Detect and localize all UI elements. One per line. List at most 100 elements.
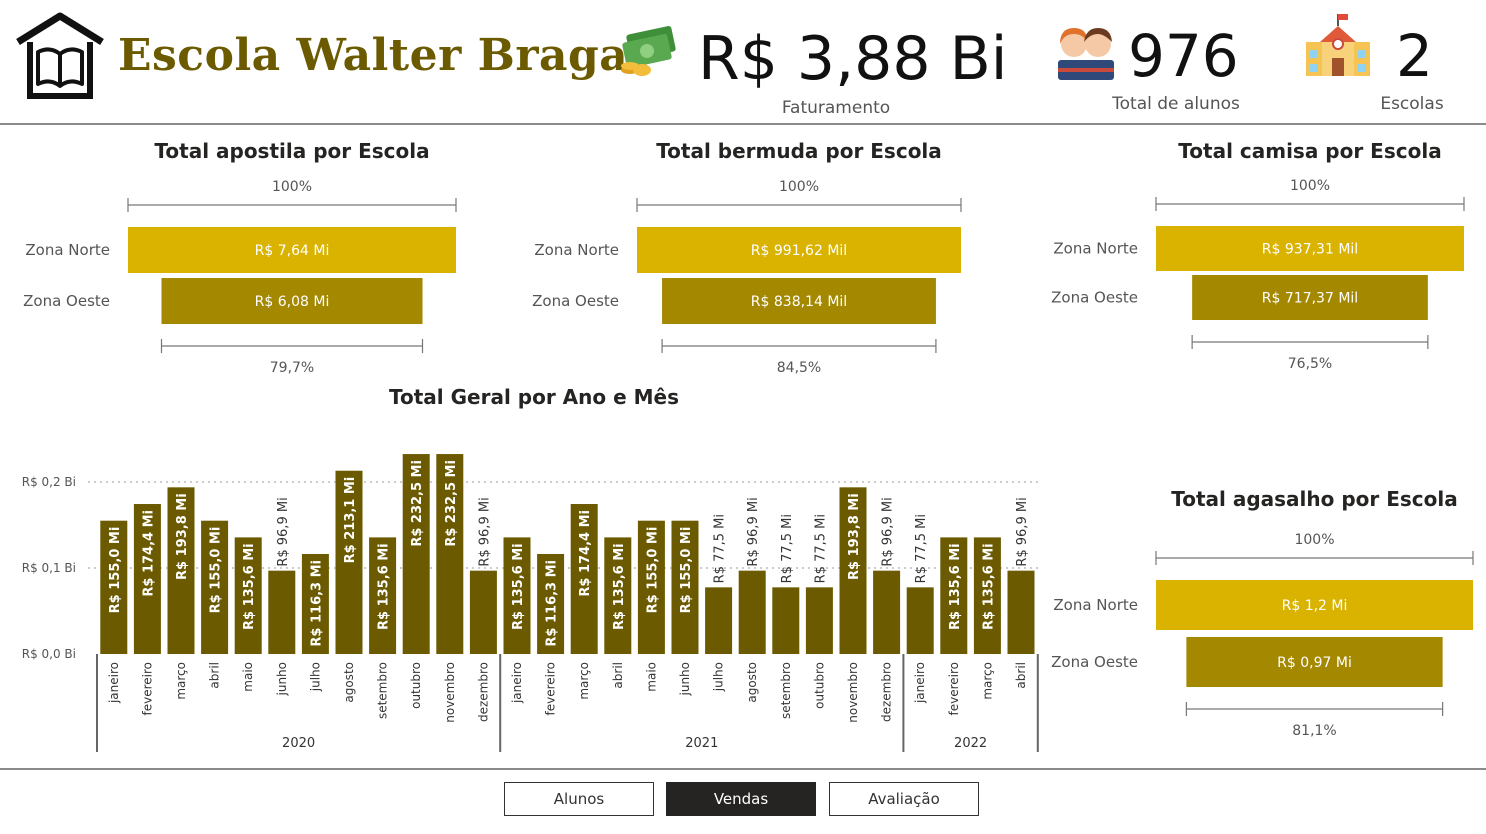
logo	[14, 12, 106, 102]
funnel-title: Total camisa por Escola	[1178, 139, 1441, 163]
funnel-row-label: Zona Norte	[25, 241, 110, 259]
funnel-chart-apostila: Total apostila por Escola 100% Zona Norte R…	[23, 139, 457, 376]
x-tick-label: maio	[644, 662, 658, 692]
bar-data-label: R$ 96,9 Mi	[477, 497, 492, 566]
nav-button-vendas[interactable]: Vendas	[666, 782, 816, 816]
x-tick-label: janeiro	[913, 662, 927, 704]
bar-data-label: R$ 155,0 Mi	[645, 527, 660, 614]
x-tick-label: abril	[611, 662, 625, 689]
bar-data-label: R$ 77,5 Mi	[914, 514, 929, 583]
x-tick-label: agosto	[342, 662, 356, 703]
nav-button-alunos[interactable]: Alunos	[504, 782, 654, 816]
bar[interactable]	[805, 587, 833, 654]
funnel-title: Total agasalho por Escola	[1171, 487, 1458, 511]
x-tick-label: julho	[308, 662, 322, 692]
y-tick-label: R$ 0,2 Bi	[22, 475, 76, 489]
bar[interactable]	[1007, 570, 1035, 654]
x-tick-label: junho	[275, 662, 289, 697]
x-tick-label: novembro	[846, 662, 860, 723]
students-icon	[1054, 22, 1118, 82]
funnel-row-label: Zona Oeste	[532, 292, 619, 310]
bar[interactable]	[873, 570, 901, 654]
x-tick-label: janeiro	[107, 662, 121, 704]
nav-button-avaliacao[interactable]: Avaliação	[829, 782, 979, 816]
bar-data-label: R$ 155,0 Mi	[679, 527, 694, 614]
bar[interactable]	[772, 587, 800, 654]
book-house-icon	[16, 12, 104, 99]
bar[interactable]	[469, 570, 497, 654]
bar-data-label: R$ 213,1 Mi	[343, 477, 358, 564]
funnel-bar-label: R$ 838,14 Mil	[751, 294, 847, 310]
footer-divider	[0, 768, 1486, 770]
x-tick-label: março	[577, 662, 591, 700]
funnel-bar-label: R$ 717,37 Mil	[1262, 291, 1358, 307]
bar-data-label: R$ 135,6 Mi	[242, 543, 257, 630]
funnel-bar-label: R$ 991,62 Mil	[751, 243, 847, 259]
funnel-top-pct: 100%	[779, 179, 819, 195]
x-tick-label: dezembro	[476, 662, 490, 722]
bar-data-label: R$ 193,8 Mi	[175, 493, 190, 580]
bar-data-label: R$ 232,5 Mi	[410, 460, 425, 547]
bar-data-label: R$ 193,8 Mi	[847, 493, 862, 580]
bar-data-label: R$ 96,9 Mi	[746, 497, 761, 566]
kpi-escolas-label: Escolas	[1380, 94, 1444, 114]
year-label: 2021	[685, 736, 718, 751]
bar-data-label: R$ 135,6 Mi	[612, 543, 627, 630]
funnel-bottom-bracket	[1185, 702, 1444, 716]
bar-data-label: R$ 155,0 Mi	[108, 527, 123, 614]
funnel-title: Total bermuda por Escola	[656, 139, 942, 163]
x-tick-label: janeiro	[510, 662, 524, 704]
funnel-bar-label: R$ 6,08 Mi	[255, 294, 330, 310]
x-tick-label: junho	[678, 662, 692, 697]
funnel-bar-label: R$ 0,97 Mi	[1277, 655, 1352, 671]
bar[interactable]	[705, 587, 733, 654]
funnel-row-label: Zona Norte	[1053, 596, 1138, 614]
x-tick-label: setembro	[376, 662, 390, 719]
bar-data-label: R$ 96,9 Mi	[1015, 497, 1030, 566]
x-tick-label: março	[174, 662, 188, 700]
header-divider	[0, 123, 1486, 125]
funnel-top-pct: 100%	[1290, 178, 1330, 194]
app-title: Escola Walter Braga	[118, 30, 629, 81]
funnel-row-label: Zona Oeste	[1051, 653, 1138, 671]
bar-data-label: R$ 77,5 Mi	[780, 514, 795, 583]
bar-data-label: R$ 116,3 Mi	[309, 560, 324, 647]
x-tick-label: julho	[712, 662, 726, 692]
funnel-top-bracket	[127, 198, 457, 212]
bar-data-label: R$ 77,5 Mi	[813, 514, 828, 583]
funnel-bar-label: R$ 937,31 Mil	[1262, 242, 1358, 258]
kpi-alunos-label: Total de alunos	[1112, 94, 1240, 114]
x-tick-label: maio	[241, 662, 255, 692]
funnel-top-pct: 100%	[272, 179, 312, 195]
funnel-chart-agasalho: Total agasalho por Escola 100% Zona Norte R…	[1051, 487, 1474, 739]
x-tick-label: dezembro	[880, 662, 894, 722]
kpi-faturamento-value: R$ 3,88 Bi	[698, 24, 1008, 94]
x-tick-label: março	[980, 662, 994, 700]
x-tick-label: novembro	[443, 662, 457, 723]
funnel-bottom-bracket	[661, 339, 937, 353]
bar-data-label: R$ 77,5 Mi	[713, 514, 728, 583]
bar-data-label: R$ 96,9 Mi	[276, 497, 291, 566]
bar-data-label: R$ 135,6 Mi	[377, 543, 392, 630]
bar-data-label: R$ 174,4 Mi	[578, 510, 593, 597]
bar-data-label: R$ 96,9 Mi	[881, 497, 896, 566]
bar-data-label: R$ 135,6 Mi	[981, 543, 996, 630]
bar-chart-title: Total Geral por Ano e Mês	[389, 385, 679, 409]
funnel-chart-camisa: Total camisa por Escola 100% Zona Norte R$ …	[1051, 139, 1465, 372]
x-tick-label: outubro	[812, 662, 826, 709]
funnel-top-bracket	[1155, 551, 1474, 565]
funnel-bottom-pct: 79,7%	[270, 360, 314, 376]
year-label: 2020	[282, 736, 315, 751]
x-tick-label: setembro	[779, 662, 793, 719]
bar[interactable]	[738, 570, 766, 654]
year-label: 2022	[954, 736, 987, 751]
bar[interactable]	[268, 570, 296, 654]
funnel-top-bracket	[636, 198, 962, 212]
funnel-bar-label: R$ 1,2 Mi	[1282, 598, 1348, 614]
bar[interactable]	[906, 587, 934, 654]
kpi-alunos-value: 976	[1128, 22, 1239, 90]
x-tick-label: fevereiro	[140, 662, 154, 716]
funnel-bottom-bracket	[160, 339, 424, 353]
funnel-row-label: Zona Norte	[1053, 240, 1138, 258]
funnel-bar-label: R$ 7,64 Mi	[255, 243, 330, 259]
